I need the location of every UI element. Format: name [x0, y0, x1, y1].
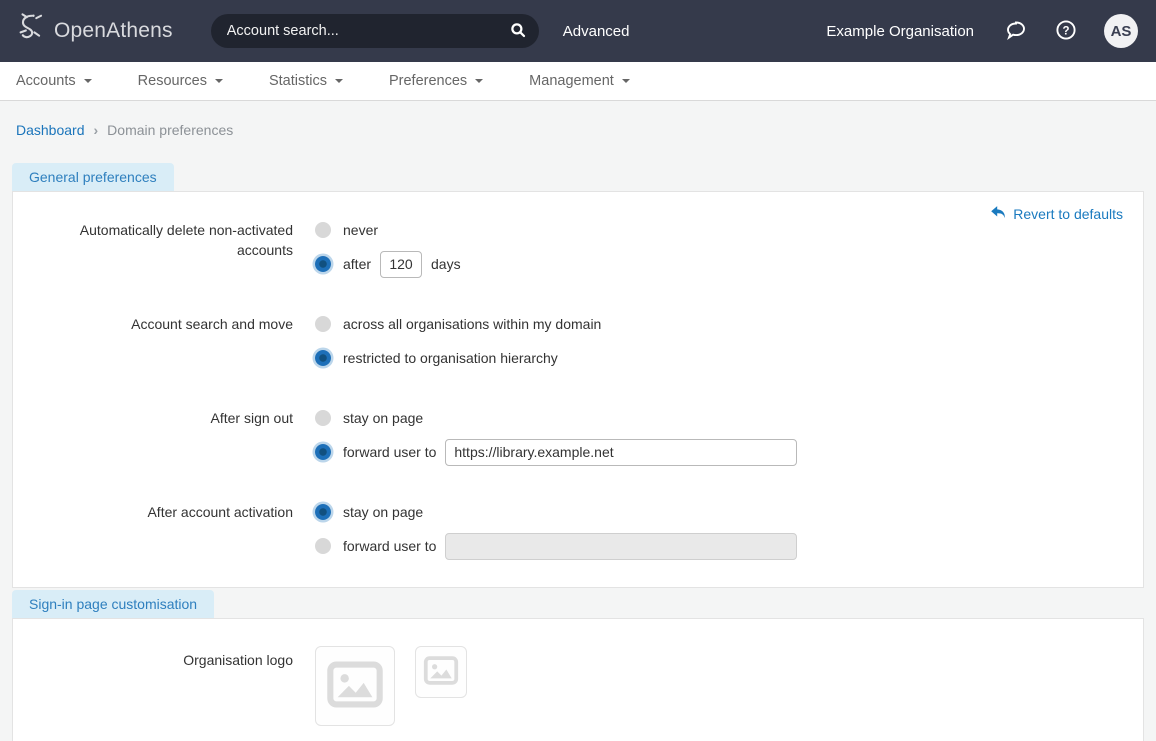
activation-forward-url-input	[445, 533, 797, 560]
field-label: Account search and move	[33, 310, 293, 372]
app-header: OpenAthens Advanced Example Organisation	[0, 0, 1156, 62]
option-stay-on-page: stay on page	[315, 404, 797, 432]
nav-accounts-label: Accounts	[16, 73, 76, 89]
option-label: forward user to	[343, 444, 436, 460]
general-preferences-panel: Revert to defaults Automatically delete …	[12, 191, 1144, 588]
logo-upload-small[interactable]	[415, 646, 467, 698]
breadcrumb: Dashboard › Domain preferences	[0, 101, 1156, 163]
option-label: across all organisations within my domai…	[343, 316, 601, 332]
radio-never[interactable]	[315, 222, 331, 238]
account-search-input[interactable]	[227, 23, 503, 39]
signout-forward-url-input[interactable]	[445, 439, 797, 466]
form-row-after-activation: After account activation stay on page fo…	[33, 498, 1123, 560]
logo-upload-boxes	[315, 646, 467, 726]
field-label: After account activation	[33, 498, 293, 560]
tab-general-preferences[interactable]: General preferences	[12, 163, 174, 191]
option-label: restricted to organisation hierarchy	[343, 350, 558, 366]
radio-activation-forward[interactable]	[315, 538, 331, 554]
form-row-organisation-logo: Organisation logo	[33, 646, 1123, 726]
search-icon	[509, 21, 527, 42]
field-options: never after days	[315, 216, 461, 278]
user-avatar[interactable]: AS	[1104, 14, 1138, 48]
revert-to-defaults-link[interactable]: Revert to defaults	[990, 205, 1123, 223]
chevron-down-icon	[622, 79, 630, 87]
radio-restricted-hierarchy[interactable]	[315, 350, 331, 366]
brand-name: OpenAthens	[54, 19, 173, 43]
tab-signin-customisation[interactable]: Sign-in page customisation	[12, 590, 214, 618]
nav-resources[interactable]: Resources	[138, 73, 223, 89]
help-button[interactable]: ?	[1054, 18, 1078, 45]
radio-across-domain[interactable]	[315, 316, 331, 332]
radio-activation-stay[interactable]	[315, 504, 331, 520]
days-unit-label: days	[431, 256, 461, 272]
primary-nav: Accounts Resources Statistics Preference…	[0, 62, 1156, 101]
option-label: forward user to	[343, 538, 436, 554]
radio-forward-user[interactable]	[315, 444, 331, 460]
nav-accounts[interactable]: Accounts	[16, 73, 92, 89]
nav-management-label: Management	[529, 73, 614, 89]
option-forward-user: forward user to	[315, 438, 797, 466]
chevron-down-icon	[335, 79, 343, 87]
option-stay-on-page: stay on page	[315, 498, 797, 526]
help-icon: ?	[1054, 18, 1078, 45]
field-label: After sign out	[33, 404, 293, 466]
revert-arrow-icon	[990, 205, 1006, 223]
chevron-down-icon	[84, 79, 92, 87]
nav-resources-label: Resources	[138, 73, 207, 89]
main-content: General preferences Revert to defaults A…	[0, 163, 1156, 741]
option-label: stay on page	[343, 504, 423, 520]
nav-preferences[interactable]: Preferences	[389, 73, 483, 89]
image-placeholder-icon	[423, 656, 459, 688]
logo-upload-large[interactable]	[315, 646, 395, 726]
form-row-auto-delete: Automatically delete non-activated accou…	[33, 216, 1123, 278]
account-search	[211, 14, 539, 48]
nav-preferences-label: Preferences	[389, 73, 467, 89]
option-after-days: after days	[315, 250, 461, 278]
field-options: stay on page forward user to	[315, 404, 797, 466]
field-options: stay on page forward user to	[315, 498, 797, 560]
nav-management[interactable]: Management	[529, 73, 630, 89]
revert-label: Revert to defaults	[1013, 206, 1123, 222]
header-right: Example Organisation ? AS	[826, 14, 1138, 48]
option-restricted-hierarchy: restricted to organisation hierarchy	[315, 344, 601, 372]
field-options: across all organisations within my domai…	[315, 310, 601, 372]
field-label: Organisation logo	[33, 646, 293, 726]
advanced-search-link[interactable]: Advanced	[563, 23, 630, 40]
gecko-logo-icon	[16, 11, 48, 52]
chat-bubble-icon	[1004, 18, 1028, 45]
image-placeholder-icon	[326, 661, 384, 711]
nav-statistics-label: Statistics	[269, 73, 327, 89]
days-input[interactable]	[380, 251, 422, 278]
field-label: Automatically delete non-activated accou…	[33, 216, 293, 278]
breadcrumb-separator: ›	[94, 122, 99, 138]
signin-customisation-panel: Organisation logo	[12, 618, 1144, 741]
search-button[interactable]	[503, 16, 533, 46]
general-preferences-form: Automatically delete non-activated accou…	[33, 216, 1123, 560]
breadcrumb-dashboard-link[interactable]: Dashboard	[16, 122, 85, 138]
openathens-logo[interactable]: OpenAthens	[16, 11, 173, 52]
option-across-domain: across all organisations within my domai…	[315, 310, 601, 338]
radio-after-days[interactable]	[315, 256, 331, 272]
svg-text:?: ?	[1062, 25, 1069, 37]
chevron-down-icon	[215, 79, 223, 87]
option-never: never	[315, 216, 461, 244]
form-row-search-move: Account search and move across all organ…	[33, 310, 1123, 372]
chevron-down-icon	[475, 79, 483, 87]
option-forward-user: forward user to	[315, 532, 797, 560]
option-label: never	[343, 222, 378, 238]
breadcrumb-current: Domain preferences	[107, 122, 233, 138]
nav-statistics[interactable]: Statistics	[269, 73, 343, 89]
organisation-name: Example Organisation	[826, 23, 974, 40]
form-row-after-sign-out: After sign out stay on page forward user…	[33, 404, 1123, 466]
radio-stay-on-page[interactable]	[315, 410, 331, 426]
option-label: after	[343, 256, 371, 272]
feedback-button[interactable]	[1004, 18, 1028, 45]
option-label: stay on page	[343, 410, 423, 426]
